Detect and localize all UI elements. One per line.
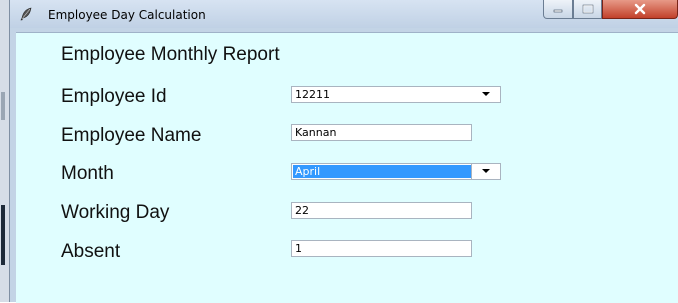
- chevron-down-icon[interactable]: [471, 164, 500, 179]
- title-bar[interactable]: Employee Day Calculation: [10, 0, 678, 28]
- employee-name-input[interactable]: Kannan: [291, 124, 472, 141]
- absent-label: Absent: [61, 241, 121, 262]
- app-window: Employee Day Calculation Employee Monthl…: [9, 0, 678, 303]
- working-day-label: Working Day: [61, 202, 170, 223]
- close-button[interactable]: [602, 0, 678, 19]
- minimize-button[interactable]: [543, 0, 573, 19]
- report-title: Employee Monthly Report: [61, 44, 280, 65]
- maximize-icon: [582, 4, 593, 14]
- employee-id-combobox[interactable]: 12211: [291, 86, 501, 103]
- desktop-edge: [0, 0, 9, 302]
- window-controls: [543, 0, 678, 20]
- feather-icon: [18, 6, 34, 22]
- absent-input[interactable]: 1: [291, 240, 472, 257]
- employee-id-value: 12211: [295, 88, 330, 101]
- close-icon: [634, 3, 646, 15]
- desktop-edge-mark: [1, 92, 5, 120]
- working-day-input[interactable]: 22: [291, 202, 472, 219]
- month-label: Month: [61, 163, 114, 184]
- window-title: Employee Day Calculation: [48, 8, 206, 22]
- minimize-icon: [553, 9, 563, 13]
- employee-name-label: Employee Name: [61, 125, 202, 146]
- month-value: April: [295, 165, 321, 178]
- month-combobox[interactable]: April: [291, 163, 501, 180]
- desktop-edge-mark: [1, 205, 5, 265]
- form-panel: Employee Monthly Report Employee Id 1221…: [16, 32, 678, 303]
- employee-id-label: Employee Id: [61, 86, 167, 107]
- chevron-down-icon[interactable]: [472, 87, 500, 102]
- maximize-button[interactable]: [573, 0, 602, 19]
